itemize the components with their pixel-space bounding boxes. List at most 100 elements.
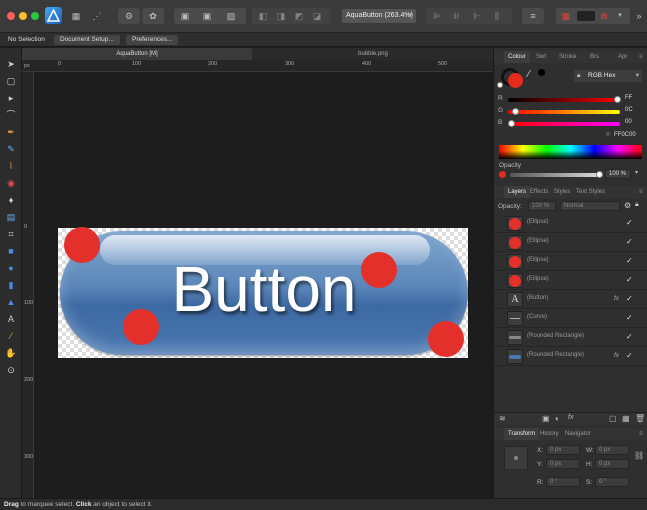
x-field[interactable]: 0 px (546, 445, 580, 455)
snap-bounds-icon[interactable]: ▣ (200, 8, 214, 24)
gear-icon[interactable]: ⚙ (624, 201, 631, 210)
layer-row[interactable]: A (Button) fx ✓ (494, 290, 647, 309)
tab-layers[interactable]: Layers (504, 186, 531, 198)
eyedropper-icon[interactable]: ⁄ (528, 69, 530, 80)
tab-history[interactable]: History (540, 428, 559, 440)
layer-row[interactable]: (Ellipse) ✓ (494, 233, 647, 252)
opacity-slider-knob[interactable] (596, 171, 603, 178)
layer-row[interactable]: (Rounded Rectangle) fx ✓ (494, 347, 647, 366)
tab-transform[interactable]: Transform (504, 428, 540, 440)
artboard-tool-icon[interactable]: ▢ (5, 75, 17, 87)
brush-tool-icon[interactable]: ⌇ (5, 160, 17, 172)
hex-value[interactable]: FF0C00 (614, 132, 636, 138)
zoom-document-selector[interactable]: AquaButton (263.4%) ▾ (342, 9, 416, 23)
layer-visibility-check[interactable]: ✓ (626, 294, 633, 303)
panel-menu-icon[interactable]: ≡ (639, 51, 643, 63)
layer-visibility-check[interactable]: ✓ (626, 313, 633, 322)
align-right-icon[interactable]: ⊩ (470, 8, 484, 24)
shear-field[interactable]: 0 ° (595, 477, 629, 487)
place-image-icon[interactable]: ▤ (5, 211, 17, 223)
b-value[interactable]: 00 (625, 119, 632, 125)
opacity-slider[interactable] (510, 171, 603, 178)
opacity-field[interactable]: 100 % (605, 169, 631, 179)
layer-visibility-check[interactable]: ✓ (626, 275, 633, 284)
layer-visibility-check[interactable]: ✓ (626, 237, 633, 246)
g-slider-knob[interactable] (512, 108, 519, 115)
rotation-field[interactable]: 0 ° (546, 477, 580, 487)
layer-visibility-check[interactable]: ✓ (626, 256, 633, 265)
document-setup-button[interactable]: Document Setup... (54, 35, 120, 45)
snap-grid-icon[interactable]: ▨ (224, 8, 238, 24)
node-tool-icon[interactable]: ▸ (5, 92, 17, 104)
corner-tool-icon[interactable]: ⌒ (5, 109, 17, 121)
align-center-icon[interactable]: ⊪ (450, 8, 464, 24)
rounded-rect-tool-icon[interactable]: ▮ (5, 279, 17, 291)
group-icon[interactable]: ▦ (622, 414, 630, 423)
layer-visibility-check[interactable]: ✓ (626, 218, 633, 227)
tab-swatches[interactable]: Swt (536, 51, 546, 63)
colour-spectrum[interactable] (499, 145, 642, 159)
crop-tool-icon[interactable]: ⌗ (5, 228, 17, 240)
fx-icon[interactable]: fx (568, 414, 573, 421)
layer-visibility-check[interactable]: ✓ (626, 351, 633, 360)
snapping-toggle[interactable] (577, 11, 595, 21)
lock-icon[interactable]: 🔒︎ (635, 201, 639, 209)
ellipse-handle-top-right[interactable] (361, 252, 397, 288)
pen-tool-icon[interactable]: ✒ (5, 126, 17, 138)
w-field[interactable]: 0 px (595, 445, 629, 455)
tab-appearance[interactable]: Apr (618, 51, 627, 63)
adjustment-icon[interactable]: ◐ (555, 414, 560, 423)
fill-colour-well[interactable] (508, 73, 523, 88)
settings-button[interactable]: ⚙ (118, 8, 140, 24)
add-layer-icon[interactable]: ▢ (609, 414, 617, 423)
r-value[interactable]: FF (625, 95, 632, 101)
assistant-button[interactable]: ✿ (142, 8, 164, 24)
move-back-icon[interactable]: ◧ (256, 8, 270, 24)
r-slider-knob[interactable] (614, 96, 621, 103)
eyedropper-tool-icon[interactable]: ⁄ (5, 330, 17, 342)
ellipse-handle-bottom-right[interactable] (428, 321, 464, 357)
layer-row[interactable]: (Ellipse) ✓ (494, 252, 647, 271)
tab-bubble[interactable]: bubble.png (253, 48, 493, 60)
ellipse-tool-icon[interactable]: ● (5, 262, 17, 274)
tab-colour[interactable]: Colour (504, 51, 530, 63)
canvas-area[interactable]: Button (35, 73, 493, 498)
distribute-icon[interactable]: ⫼ (490, 8, 504, 24)
overflow-chevrons-icon[interactable]: » (634, 8, 644, 24)
minimize-window-button[interactable] (19, 12, 27, 20)
layer-row[interactable]: (Ellipse) ✓ (494, 271, 647, 290)
ellipse-handle-top-left[interactable] (64, 227, 100, 263)
aqua-button-shape[interactable]: Button (60, 231, 468, 355)
move-forward-icon[interactable]: ◩ (292, 8, 306, 24)
blend-mode-select[interactable]: Normal (560, 201, 620, 211)
triangle-tool-icon[interactable]: ▲ (5, 296, 17, 308)
tab-brushes[interactable]: Brs (590, 51, 599, 63)
opacity-chevron-icon[interactable]: ▾ (635, 169, 644, 179)
magnet-icon[interactable]: ⋒ (597, 8, 611, 24)
hand-tool-icon[interactable]: ✋ (5, 347, 17, 359)
layer-visibility-check[interactable]: ✓ (626, 332, 633, 341)
align-left-icon[interactable]: ⊫ (430, 8, 444, 24)
y-field[interactable]: 0 px (546, 459, 580, 469)
black-swatch-icon[interactable] (538, 69, 545, 76)
layer-fx-icon[interactable]: fx (614, 352, 619, 359)
g-slider[interactable] (508, 108, 620, 115)
g-value[interactable]: 0C (625, 107, 633, 113)
anchor-point-selector[interactable] (504, 446, 528, 470)
move-front-icon[interactable]: ◪ (310, 8, 324, 24)
tab-navigator[interactable]: Navigator (565, 428, 591, 440)
tab-styles[interactable]: Styles (554, 186, 570, 198)
colour-mode-select[interactable]: 🔒︎ RGB Hex ▾ (574, 70, 642, 82)
tab-aquabutton[interactable]: AquaButton [M] (22, 48, 252, 60)
move-backward-icon[interactable]: ◨ (274, 8, 288, 24)
layer-stack-icon[interactable]: ≋ (499, 414, 506, 423)
layer-row[interactable]: (Rounded Rectangle) ✓ (494, 328, 647, 347)
menu-button[interactable]: ≡ (522, 8, 544, 24)
artboard[interactable]: Button (58, 227, 468, 358)
snap-icon[interactable]: ▣ (178, 8, 192, 24)
panel-menu-icon[interactable]: ≡ (639, 428, 643, 440)
swap-colours-icon[interactable] (497, 82, 503, 88)
share-icon[interactable]: ⋰ (90, 8, 104, 24)
layer-row[interactable]: (Ellipse) ✓ (494, 214, 647, 233)
tab-text-styles[interactable]: Text Styles (576, 186, 605, 198)
